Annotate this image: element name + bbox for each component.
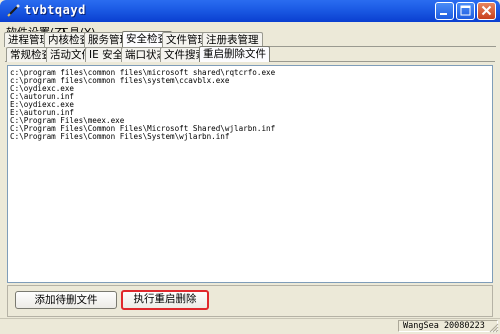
add-pending-delete-file-button[interactable]: 添加待删文件 — [15, 291, 117, 309]
maximize-button[interactable] — [456, 2, 475, 20]
reboot-delete-file-list[interactable]: c:\program files\common files\microsoft … — [7, 65, 493, 283]
execute-reboot-delete-button[interactable]: 执行重启删除 — [121, 290, 209, 310]
minimize-icon — [440, 13, 447, 15]
window-title: tvbtqayd — [24, 3, 86, 17]
action-panel: 添加待删文件 执行重启删除 — [7, 285, 493, 317]
close-icon — [481, 5, 492, 16]
minimize-button[interactable] — [435, 2, 454, 20]
maximize-icon — [460, 5, 471, 16]
subtab-reboot-delete-files[interactable]: 重启删除文件 — [199, 46, 270, 62]
list-item[interactable]: C:\Program Files\Common Files\System\wjl… — [10, 133, 229, 141]
resize-grip-icon[interactable] — [488, 322, 499, 333]
status-author-date: WangSea 20080223 — [398, 320, 498, 332]
app-pen-icon — [7, 4, 20, 17]
title-bar[interactable]: tvbtqayd — [0, 0, 500, 22]
status-bar: WangSea 20080223 — [0, 318, 500, 334]
main-window: tvbtqayd 软件设置(Z) 工具(Y) 进程管理 内核检查 服务管理 安全… — [0, 0, 500, 333]
tab-registry-manager[interactable]: 注册表管理 — [202, 32, 263, 47]
close-button[interactable] — [477, 2, 496, 20]
